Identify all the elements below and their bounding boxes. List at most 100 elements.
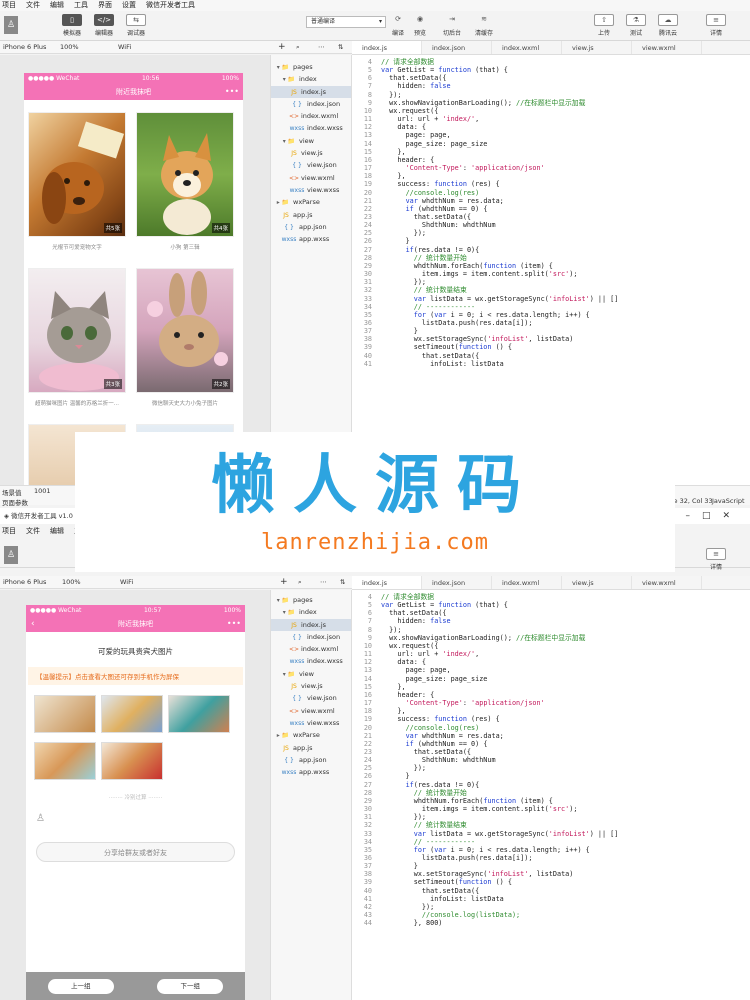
file-tree-item[interactable]: ▾ 📁 index — [271, 606, 351, 618]
next-group-button[interactable]: 下一组 — [157, 978, 224, 994]
code-editor[interactable]: index.js index.json index.wxml view.js v… — [352, 41, 750, 485]
thumbnail-image[interactable] — [101, 742, 163, 780]
language-mode[interactable]: JavaScript — [712, 497, 745, 505]
debugger-button[interactable]: ⇆ 调试器 — [124, 14, 148, 37]
editor-button[interactable]: </> 编辑器 — [92, 14, 116, 37]
file-tree-item[interactable]: wxss view.wxss — [271, 184, 351, 196]
tab-view-wxml[interactable]: view.wxml — [632, 41, 702, 54]
album-card[interactable]: 共2张 微信聊天史大力小兔子图片 — [136, 268, 234, 418]
album-card[interactable]: 共5张 光棍节可爱宠物文字 — [28, 112, 126, 262]
file-tree-item[interactable]: ▾ 📁 pages — [271, 594, 351, 606]
add-icon[interactable]: + — [280, 576, 288, 589]
file-tree-item[interactable]: { } index.json — [271, 631, 351, 643]
test-button[interactable]: ⚗ 测试 — [624, 14, 648, 37]
scene-value[interactable]: 1001 — [34, 487, 51, 495]
file-tree-item[interactable]: ▸ 📁 wxParse — [271, 729, 351, 741]
menu-project[interactable]: 项目 — [2, 0, 16, 11]
back-icon[interactable]: ‹ — [31, 616, 35, 632]
code-editor[interactable]: index.js index.json index.wxml view.js v… — [352, 576, 750, 1000]
file-tree-item[interactable]: JS view.js — [271, 680, 351, 692]
tab-view-js[interactable]: view.js — [562, 576, 632, 589]
sort-icon[interactable]: ⇅ — [338, 41, 343, 54]
compile-button[interactable]: ⟳ 编译 — [386, 14, 410, 37]
file-tree-item[interactable]: JS app.js — [271, 209, 351, 221]
file-tree-item[interactable]: ▾ 📁 pages — [271, 61, 351, 73]
file-tree-item[interactable]: <> view.wxml — [271, 172, 351, 184]
file-tree-item[interactable]: wxss view.wxss — [271, 717, 351, 729]
menu-file[interactable]: 文件 — [26, 0, 40, 11]
tab-view-wxml[interactable]: view.wxml — [632, 576, 702, 589]
file-tree-item[interactable]: wxss app.wxss — [271, 766, 351, 778]
menu-view[interactable]: 界面 — [98, 0, 112, 11]
menu-settings[interactable]: 设置 — [122, 0, 136, 11]
file-tree-item[interactable]: wxss index.wxss — [271, 122, 351, 134]
file-tree-item[interactable]: wxss index.wxss — [271, 655, 351, 667]
more-icon[interactable]: ••• — [225, 84, 239, 100]
zoom-select[interactable]: 100% — [62, 576, 81, 589]
file-tree-item[interactable]: ▾ 📁 view — [271, 668, 351, 680]
zoom-select[interactable]: 100% — [60, 41, 79, 54]
prev-group-button[interactable]: 上一组 — [47, 978, 114, 994]
menu-edit[interactable]: 编辑 — [50, 526, 64, 537]
file-tree-item[interactable]: JS view.js — [271, 147, 351, 159]
thumbnail-image[interactable] — [34, 695, 96, 733]
share-button[interactable]: 分享给群友或者好友 — [36, 842, 235, 862]
user-avatar[interactable]: ♙ — [4, 546, 18, 564]
add-icon[interactable]: + — [278, 41, 286, 54]
clear-cache-button[interactable]: ≋ 清缓存 — [472, 14, 496, 37]
thumbnail-image[interactable] — [34, 742, 96, 780]
network-select[interactable]: WiFi — [120, 576, 133, 589]
file-tree-item[interactable]: <> view.wxml — [271, 705, 351, 717]
more-icon[interactable]: ⋯ — [318, 41, 325, 54]
tab-index-json[interactable]: index.json — [422, 41, 492, 54]
file-tree-item[interactable]: { } view.json — [271, 692, 351, 704]
file-tree-item[interactable]: { } index.json — [271, 98, 351, 110]
sort-icon[interactable]: ⇅ — [340, 576, 345, 589]
search-icon[interactable]: ⌕ — [296, 41, 300, 54]
thumbnail-image[interactable] — [168, 695, 230, 733]
file-tree-item[interactable]: wxss app.wxss — [271, 233, 351, 245]
file-tree-item[interactable]: { } app.json — [271, 221, 351, 233]
file-tree-item[interactable]: ▸ 📁 wxParse — [271, 196, 351, 208]
menu-project[interactable]: 项目 — [2, 526, 16, 537]
album-card[interactable]: 共4张 小狗 第三辑 — [136, 112, 234, 262]
details-button[interactable]: ≡ 详情 — [704, 14, 728, 37]
file-tree-item[interactable]: { } view.json — [271, 159, 351, 171]
file-tree-item[interactable]: { } app.json — [271, 754, 351, 766]
network-select[interactable]: WiFi — [118, 41, 131, 54]
file-tree-item[interactable]: ▾ 📁 index — [271, 73, 351, 85]
file-tree-item[interactable]: JS app.js — [271, 742, 351, 754]
thumbnail-image[interactable] — [101, 695, 163, 733]
menu-edit[interactable]: 编辑 — [50, 0, 64, 11]
file-tree-item[interactable]: <> index.wxml — [271, 110, 351, 122]
upload-button[interactable]: ⇧ 上传 — [592, 14, 616, 37]
device-select[interactable]: iPhone 6 Plus — [3, 41, 46, 54]
tab-index-wxml[interactable]: index.wxml — [492, 576, 562, 589]
preview-button[interactable]: ◉ 预览 — [408, 14, 432, 37]
compile-mode-select[interactable]: 普通编译 — [306, 16, 386, 28]
window-controls[interactable]: –□✕ — [685, 508, 742, 524]
menu-file[interactable]: 文件 — [26, 526, 40, 537]
file-tree-item[interactable]: <> index.wxml — [271, 643, 351, 655]
more-icon[interactable]: ••• — [227, 616, 241, 632]
simulator-button[interactable]: ▯ 模拟器 — [60, 14, 84, 37]
search-icon[interactable]: ⌕ — [298, 576, 302, 589]
menu-devtools[interactable]: 微信开发者工具 — [146, 0, 195, 11]
tab-view-js[interactable]: view.js — [562, 41, 632, 54]
tab-index-wxml[interactable]: index.wxml — [492, 41, 562, 54]
tab-index-json[interactable]: index.json — [422, 576, 492, 589]
tab-index-js[interactable]: index.js — [352, 576, 422, 589]
reward-avatar-icon[interactable]: ♙ — [36, 813, 245, 824]
album-card[interactable]: 共3张 超萌猫咪图片 温馨的苏格兰折一... — [28, 268, 126, 418]
menu-tools[interactable]: 工具 — [74, 0, 88, 11]
file-tree-item[interactable]: JS index.js — [271, 618, 351, 631]
file-tree-item[interactable]: ▾ 📁 view — [271, 135, 351, 147]
more-icon[interactable]: ⋯ — [320, 576, 327, 589]
backend-button[interactable]: ⇥ 切后台 — [440, 14, 464, 37]
details-button[interactable]: ≡ 详情 — [704, 548, 728, 571]
user-avatar[interactable]: ♙ — [4, 16, 18, 34]
tencent-cloud-button[interactable]: ☁ 腾讯云 — [656, 14, 680, 37]
device-select[interactable]: iPhone 6 Plus — [3, 576, 46, 589]
file-tree-item[interactable]: JS index.js — [271, 85, 351, 98]
tab-index-js[interactable]: index.js — [352, 41, 422, 54]
